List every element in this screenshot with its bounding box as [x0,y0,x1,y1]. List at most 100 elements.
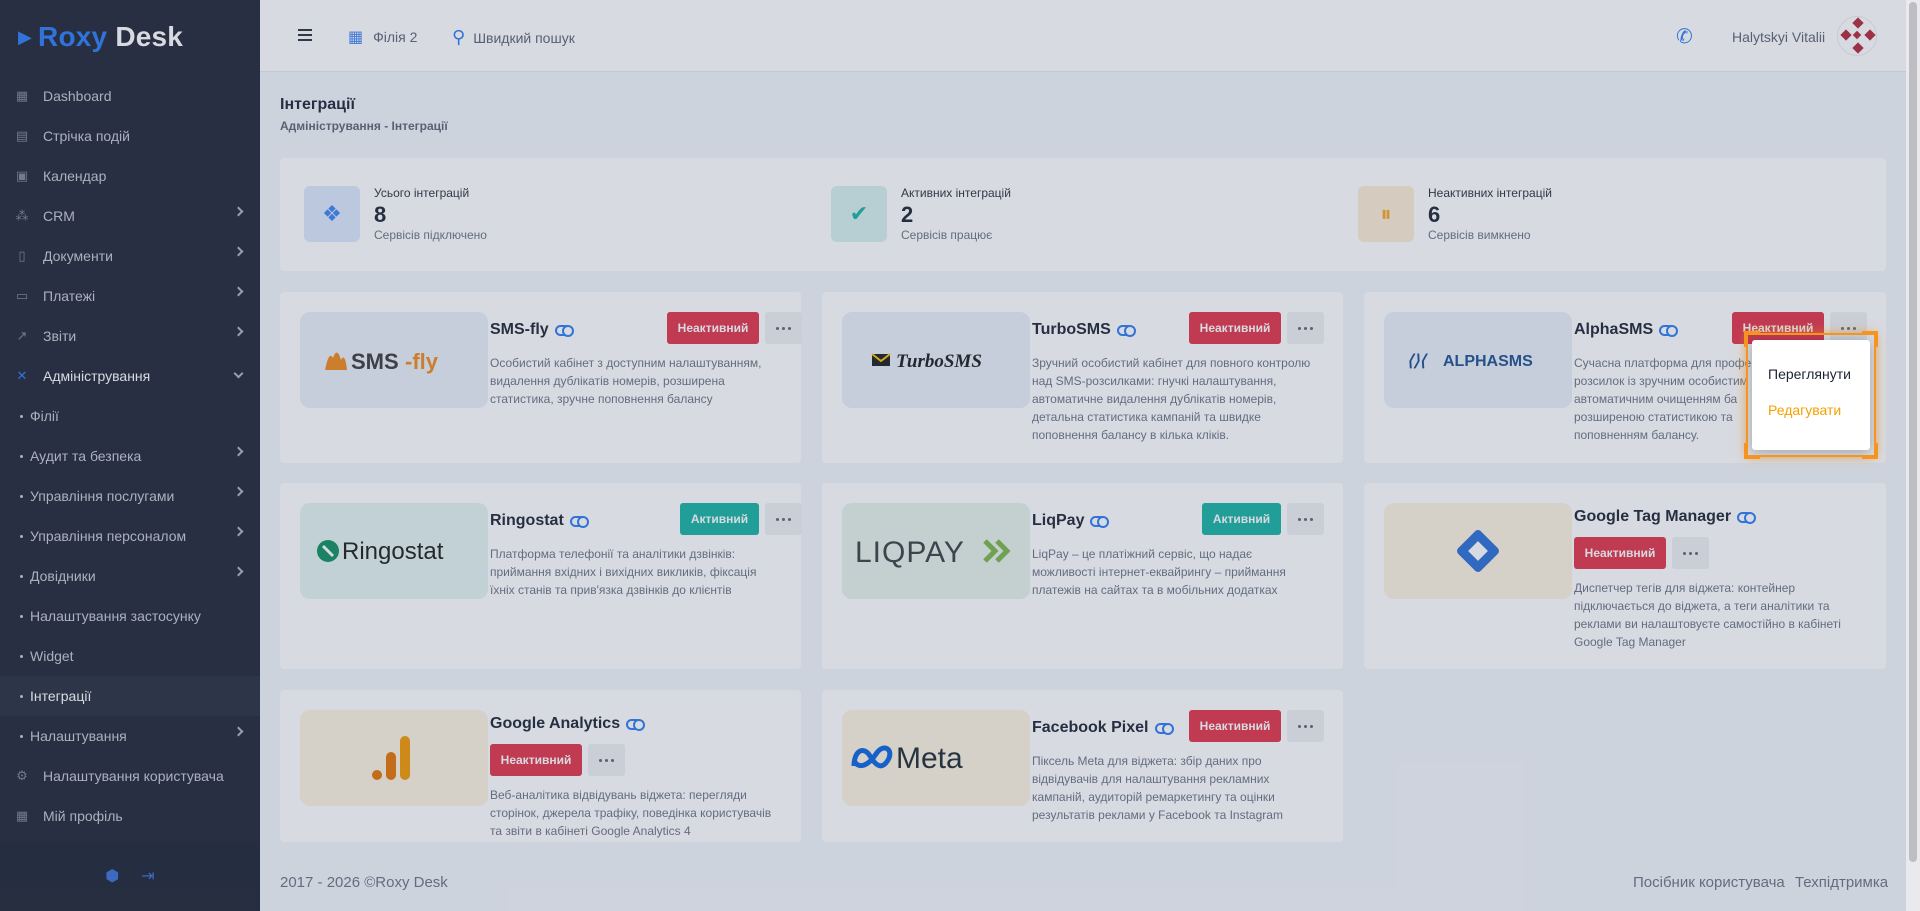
sidebar-item-dashboard[interactable]: ▦ Dashboard [0,76,260,116]
sidebar-item-label: Інтеграції [30,688,92,704]
card-title-text: SMS-fly [490,321,549,338]
avatar[interactable] [1837,16,1877,56]
status-badge[interactable]: Неактивний [667,312,759,344]
more-options-button[interactable] [1287,503,1324,535]
user-name[interactable]: Halytskyi Vitalii [1732,29,1825,45]
sidebar-item-crm[interactable]: ⁂ CRM [0,196,260,236]
sidebar-item-label: Аудит та безпека [30,448,142,464]
sidebar-item-profile[interactable]: ▦ Мій профіль [0,796,260,836]
desc-line: реклами ви налаштовуєте самостійно в каб… [1574,617,1841,631]
hexagon-icon[interactable]: ⬢ [105,866,119,886]
desc-line: Веб-аналітика відвідувань віджета: перег… [490,788,747,802]
support-link[interactable]: Техпідтримка [1795,874,1888,891]
sidebar-item-audit[interactable]: Аудит та безпека [0,436,260,476]
desc-line: підключається до віджета, а теги аналіти… [1574,599,1830,613]
link-icon [626,718,646,731]
svg-text:⟨⟩⟨: ⟨⟩⟨ [1407,353,1428,370]
more-options-button[interactable] [1287,710,1324,742]
sidebar-item-administration[interactable]: ✕ Адміністрування [0,356,260,396]
card-title-text: Google Tag Manager [1574,508,1732,525]
sidebar-item-documents[interactable]: ▯ Документи [0,236,260,276]
status-badge[interactable]: Неактивний [1189,312,1281,344]
sidebar-item-label: CRM [43,208,75,224]
document-icon: ▯ [18,248,26,263]
sidebar-item-integrations[interactable]: Інтеграції [0,676,260,716]
card-title-text: TurboSMS [1032,321,1111,338]
top-bar: ▦ Філія 2 ⚲ Швидкий пошук ✆ Halytskyi Vi… [260,0,1920,72]
sidebar-item-label: Управління персоналом [30,528,187,544]
card-description: Диспетчер тегів для віджета: контейнер п… [1574,579,1841,651]
status-badge[interactable]: Неактивний [1574,537,1666,569]
more-options-button[interactable] [1287,312,1324,344]
sidebar-item-app-settings[interactable]: Налаштування застосунку [0,596,260,636]
sidebar-item-payments[interactable]: ▭ Платежі [0,276,260,316]
desc-line: можливості інтернет-еквайрингу – прийман… [1032,565,1286,579]
card-title: Google Analytics [490,715,646,733]
sidebar-item-widget[interactable]: Widget [0,636,260,676]
meta-logo: Meta [842,710,1030,806]
sidebar-item-calendar[interactable]: ▣ Календар [0,156,260,196]
more-options-button[interactable] [765,312,802,344]
chevron-right-icon [233,286,244,297]
link-icon [554,324,574,337]
integration-card: LIQPAY LiqPay Активний LiqPay – це платі… [822,483,1343,669]
sidebar-item-label: Календар [43,168,107,184]
feed-icon: ▤ [15,128,29,143]
sidebar-item-feed[interactable]: ▤ Стрічка подій [0,116,260,156]
branch-selector[interactable]: ▦ Філія 2 [348,27,417,47]
footer-links: Посібник користувача Техпідтримка [1627,874,1888,891]
sidebar-item-references[interactable]: Довідники [0,556,260,596]
desc-line: автоматичне видалення дублікатів номерів… [1032,392,1277,406]
sidebar-item-branches[interactable]: Філії [0,396,260,436]
more-options-button[interactable] [765,503,802,535]
sidebar-item-label: Налаштування користувача [43,768,224,784]
scrollbar[interactable] [1906,0,1920,911]
bullet-icon [20,494,23,498]
quick-search[interactable]: ⚲ Швидкий пошук [452,27,575,48]
stat-value: 2 [901,202,914,227]
bullet-icon [20,694,23,698]
profile-icon: ▦ [15,808,29,823]
chevron-right-icon [233,326,244,337]
more-options-button[interactable] [1672,537,1709,569]
sidebar-item-settings[interactable]: Налаштування [0,716,260,756]
desc-line: приймання вхідних і вихідних викликів, ф… [490,565,757,579]
building-icon: ▦ [348,29,364,46]
desc-line: Піксель Meta для віджета: збір даних про [1032,754,1262,768]
integration-card: SMS -fly SMS-fly Неактивний Особистий каб… [280,292,802,463]
card-description: Зручний особистий кабінет для повного ко… [1032,354,1310,444]
chevron-right-icon [233,446,244,457]
sidebar-item-user-settings[interactable]: ⚙ Налаштування користувача [0,756,260,796]
desc-line: детальна статистика кампаній та швидке [1032,410,1261,424]
sidebar-item-reports[interactable]: ↗ Звіти [0,316,260,356]
status-badge[interactable]: Активний [680,503,759,535]
user-guide-link[interactable]: Посібник користувача [1633,874,1785,891]
chevron-right-icon [233,726,244,737]
menu-toggle-icon[interactable] [298,29,312,41]
more-options-button[interactable] [588,744,625,776]
svg-text:TurboSMS: TurboSMS [896,351,982,372]
desc-line: платежів на сайтах та в мобільних додатк… [1032,583,1278,597]
integration-card: Ringostat Ringostat Активний Платформа т… [280,483,802,669]
desc-line: кампаній, аудиторій ремаркетингу та оцін… [1032,790,1275,804]
card-title: TurboSMS [1032,321,1136,339]
phone-icon[interactable]: ✆ [1676,24,1693,49]
status-badge[interactable]: Активний [1202,503,1281,535]
card-description: Сучасна платформа для профе розсилок із … [1574,354,1751,444]
sidebar-item-staff[interactable]: Управління персоналом [0,516,260,556]
sms-fly-logo: SMS -fly [300,312,488,408]
sidebar-item-services[interactable]: Управління послугами [0,476,260,516]
desc-line: Особистий кабінет з доступним налаштуван… [490,356,762,370]
main-content: Інтеграції Адміністрування - Інтеграції … [260,72,1920,911]
sidebar-item-label: Звіти [43,328,77,344]
bullet-icon [20,414,23,418]
reports-icon: ↗ [16,328,28,343]
bullet-icon [20,654,23,658]
google-analytics-logo [300,710,488,806]
status-badge[interactable]: Неактивний [490,744,582,776]
branch-label: Філія 2 [373,29,418,45]
stats-panel: ❖ Усього інтеграцій 8 Сервісів підключен… [280,158,1886,271]
logout-icon[interactable]: ⇥ [141,866,154,886]
app-logo[interactable]: ▶ Roxy Desk [0,0,260,74]
status-badge[interactable]: Неактивний [1189,710,1281,742]
